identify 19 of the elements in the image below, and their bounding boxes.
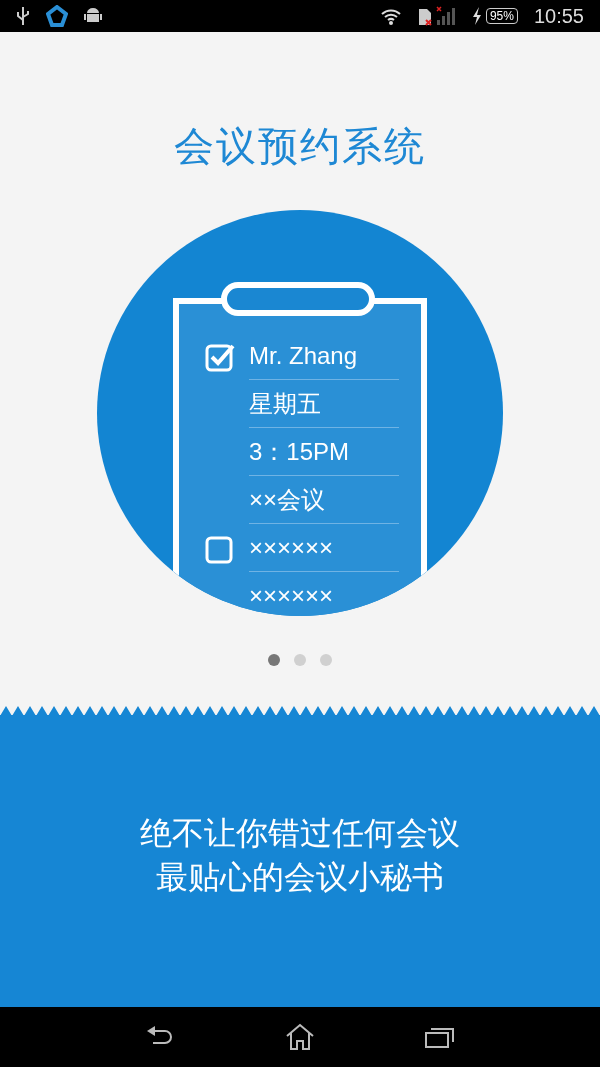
list-entry-text: ××××××	[249, 581, 399, 616]
usb-icon	[16, 6, 30, 26]
tagline-text: 最贴心的会议小秘书	[156, 858, 444, 897]
recent-apps-icon[interactable]	[425, 1025, 455, 1049]
pentagon-icon	[46, 5, 68, 27]
list-entry-text: ××会议	[249, 485, 399, 524]
wifi-icon	[379, 7, 402, 25]
clock-text: 10:55	[533, 4, 584, 29]
sim-card-icon	[417, 8, 432, 26]
tagline-text: 绝不让你错过任何会议	[140, 814, 460, 853]
home-icon[interactable]	[285, 1023, 315, 1051]
app-title: 会议预约系统	[174, 123, 426, 170]
charging-icon	[471, 7, 482, 25]
signal-icon	[435, 6, 456, 26]
list-entry-text: 3：15PM	[249, 437, 399, 476]
battery-indicator: 95%	[485, 8, 518, 24]
list-entry-text: ××××××	[249, 533, 399, 572]
list-entry-text: Mr. Zhang	[249, 341, 399, 380]
list-entry-text: 星期五	[249, 389, 399, 428]
